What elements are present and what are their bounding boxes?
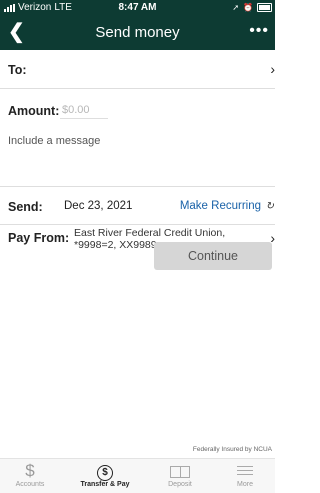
amount-input[interactable]: $0.00 bbox=[62, 104, 90, 116]
amount-label: Amount: bbox=[8, 104, 60, 118]
pay-from-content[interactable]: Pay From: East River Federal Credit Unio… bbox=[0, 210, 275, 251]
location-icon: ➚ bbox=[232, 3, 240, 12]
status-right: ➚ ⏰ bbox=[232, 3, 272, 12]
status-bar: Verizon LTE 8:47 AM ➚ ⏰ bbox=[0, 0, 275, 16]
pay-from-label: Pay From: bbox=[8, 231, 70, 245]
message-area[interactable]: Include a message bbox=[0, 135, 275, 187]
tab-accounts[interactable]: $ Accounts bbox=[0, 459, 60, 493]
to-row[interactable]: To: › bbox=[0, 50, 275, 89]
tab-more[interactable]: More bbox=[215, 459, 275, 493]
tab-label: Transfer & Pay bbox=[80, 481, 130, 488]
menu-icon bbox=[215, 461, 275, 481]
battery-icon bbox=[257, 3, 272, 12]
tab-label: Deposit bbox=[168, 481, 192, 488]
tab-label: Accounts bbox=[15, 481, 45, 488]
deposit-check-icon bbox=[150, 461, 210, 481]
to-label: To: bbox=[8, 63, 27, 77]
tab-deposit[interactable]: Deposit bbox=[150, 459, 210, 493]
page-title: Send money bbox=[95, 24, 180, 41]
dollar-icon: $ bbox=[25, 461, 35, 480]
pay-from-account-line1: East River Federal Credit Union, bbox=[74, 227, 226, 239]
message-input[interactable]: Include a message bbox=[8, 135, 100, 147]
transfer-pay-icon: $ bbox=[75, 461, 135, 481]
alarm-icon: ⏰ bbox=[243, 3, 253, 12]
more-options-button[interactable]: ••• bbox=[249, 22, 269, 40]
tab-bar: $ Accounts $ Transfer & Pay Deposit More bbox=[0, 458, 275, 493]
chevron-right-icon: › bbox=[270, 61, 275, 77]
amount-row[interactable]: Amount: $0.00 bbox=[0, 88, 275, 128]
tab-label: More bbox=[237, 481, 253, 488]
continue-button[interactable]: Continue bbox=[154, 242, 272, 270]
tab-transfer-pay[interactable]: $ Transfer & Pay bbox=[75, 459, 135, 493]
amount-underline bbox=[60, 118, 108, 119]
ncua-notice: Federally Insured by NCUA bbox=[192, 446, 272, 453]
nav-bar: ❮ Send money ••• bbox=[0, 16, 275, 50]
